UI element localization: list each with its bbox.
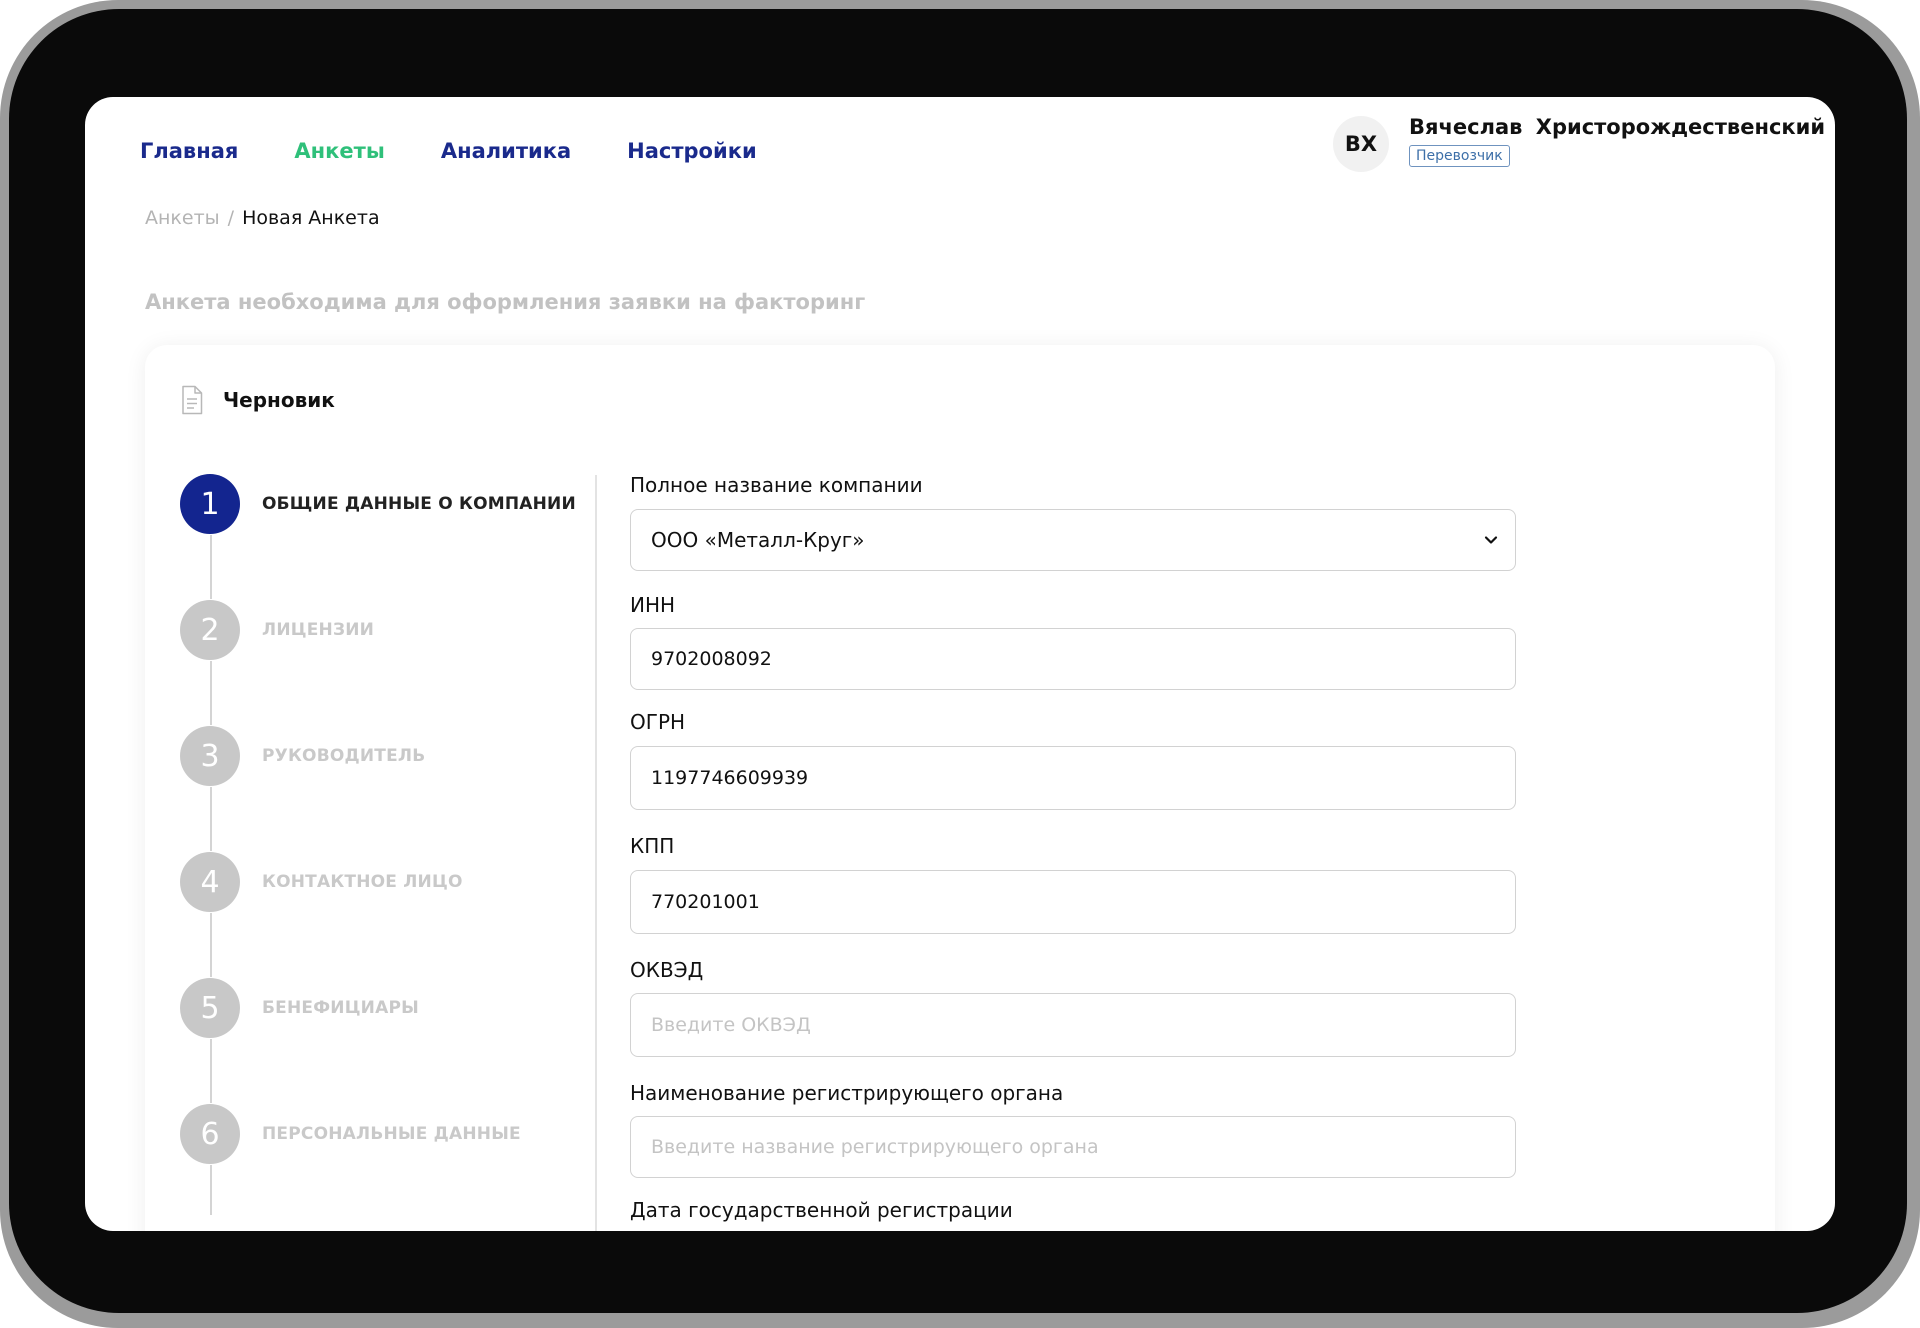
kpp-label: КПП xyxy=(630,834,675,858)
form-card: Черновик 1 ОБЩИЕ ДАННЫЕ О КОМПАНИИ 2 ЛИЦ… xyxy=(145,345,1775,1231)
user-name: Вячеслав Христорождественский xyxy=(1409,115,1826,139)
status-row: Черновик xyxy=(181,385,335,415)
avatar[interactable]: ВХ xyxy=(1333,116,1389,172)
step-label: КОНТАКТНОЕ ЛИЦО xyxy=(262,872,463,892)
nav-item-home[interactable]: Главная xyxy=(140,139,238,163)
step-connector xyxy=(210,535,212,599)
inn-value: 9702008092 xyxy=(651,648,772,670)
breadcrumb-separator: / xyxy=(227,207,235,229)
reg-authority-placeholder: Введите название регистрирующего органа xyxy=(651,1136,1099,1158)
step-number: 3 xyxy=(180,726,240,786)
document-icon xyxy=(182,385,203,415)
step-connector xyxy=(210,913,212,977)
kpp-field[interactable]: 770201001 xyxy=(630,870,1516,934)
step-connector xyxy=(210,787,212,851)
reg-authority-label: Наименование регистрирующего органа xyxy=(630,1081,1064,1105)
step-label: БЕНЕФИЦИАРЫ xyxy=(262,998,419,1018)
step-connector xyxy=(210,661,212,725)
inn-label: ИНН xyxy=(630,593,676,617)
step-director[interactable]: 3 РУКОВОДИТЕЛЬ xyxy=(180,725,425,787)
ogrn-label: ОГРН xyxy=(630,710,686,734)
company-name-label: Полное название компании xyxy=(630,473,923,497)
step-label: ПЕРСОНАЛЬНЫЕ ДАННЫЕ xyxy=(262,1124,521,1144)
reg-authority-field[interactable]: Введите название регистрирующего органа xyxy=(630,1116,1516,1178)
page-subtitle: Анкета необходима для оформления заявки … xyxy=(145,290,866,314)
top-nav: Главная Анкеты Аналитика Настройки xyxy=(140,131,813,171)
role-badge: Перевозчик xyxy=(1409,145,1510,167)
ogrn-field[interactable]: 1197746609939 xyxy=(630,746,1516,810)
step-label: ЛИЦЕНЗИИ xyxy=(262,620,375,640)
breadcrumb-link-forms[interactable]: Анкеты xyxy=(145,207,220,229)
breadcrumb: Анкеты / Новая Анкета xyxy=(145,207,380,229)
breadcrumb-current: Новая Анкета xyxy=(242,207,380,229)
step-number: 4 xyxy=(180,852,240,912)
step-licenses[interactable]: 2 ЛИЦЕНЗИИ xyxy=(180,599,374,661)
step-number: 2 xyxy=(180,600,240,660)
step-label: РУКОВОДИТЕЛЬ xyxy=(262,746,426,766)
okved-placeholder: Введите ОКВЭД xyxy=(651,1014,811,1036)
column-divider xyxy=(595,475,597,1231)
step-number: 6 xyxy=(180,1104,240,1164)
step-personal-data[interactable]: 6 ПЕРСОНАЛЬНЫЕ ДАННЫЕ xyxy=(180,1103,521,1165)
nav-item-forms[interactable]: Анкеты xyxy=(294,139,384,163)
app-screen: Главная Анкеты Аналитика Настройки ВХ Вя… xyxy=(85,97,1835,1231)
step-number: 5 xyxy=(180,978,240,1038)
step-connector xyxy=(210,1165,212,1215)
step-beneficiaries[interactable]: 5 БЕНЕФИЦИАРЫ xyxy=(180,977,419,1039)
company-name-value: ООО «Металл-Круг» xyxy=(651,528,865,552)
company-name-select[interactable]: ООО «Металл-Круг» xyxy=(630,509,1516,571)
kpp-value: 770201001 xyxy=(651,891,760,913)
step-connector xyxy=(210,1039,212,1103)
nav-item-analytics[interactable]: Аналитика xyxy=(441,139,571,163)
step-number: 1 xyxy=(180,474,240,534)
ogrn-value: 1197746609939 xyxy=(651,767,809,789)
okved-label: ОКВЭД xyxy=(630,958,704,982)
okved-field[interactable]: Введите ОКВЭД xyxy=(630,993,1516,1057)
nav-item-settings[interactable]: Настройки xyxy=(627,139,757,163)
status-label: Черновик xyxy=(223,388,335,412)
reg-date-label: Дата государственной регистрации xyxy=(630,1198,1013,1222)
step-label: ОБЩИЕ ДАННЫЕ О КОМПАНИИ xyxy=(262,494,576,514)
inn-field[interactable]: 9702008092 xyxy=(630,628,1516,690)
step-contact-person[interactable]: 4 КОНТАКТНОЕ ЛИЦО xyxy=(180,851,463,913)
chevron-down-icon xyxy=(1484,536,1498,544)
step-company-data[interactable]: 1 ОБЩИЕ ДАННЫЕ О КОМПАНИИ xyxy=(180,473,576,535)
